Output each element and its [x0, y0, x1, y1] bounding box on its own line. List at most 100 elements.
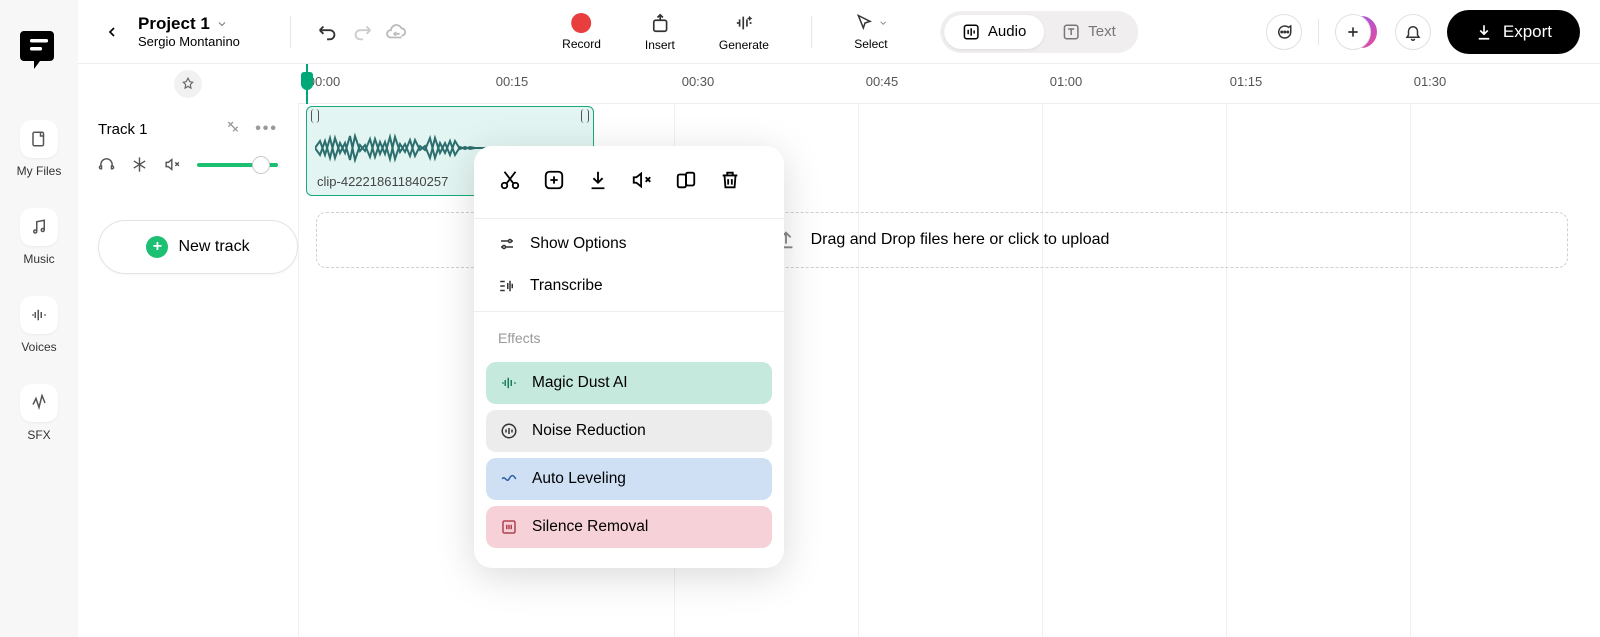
generate-icon — [733, 12, 755, 34]
voices-icon — [20, 296, 58, 334]
mute-button[interactable] — [164, 156, 181, 173]
sidebar-item-voices[interactable]: Voices — [20, 296, 58, 354]
sidebar-item-sfx[interactable]: SFX — [20, 384, 58, 442]
project-title-text: Project 1 — [138, 14, 210, 34]
sidebar-label: Voices — [21, 340, 56, 354]
tick: 01:30 — [1414, 74, 1447, 89]
pin-button[interactable] — [174, 70, 202, 98]
project-title[interactable]: Project 1 — [138, 14, 240, 34]
insert-icon — [649, 12, 671, 34]
cloud-sync-button[interactable] — [379, 15, 413, 49]
clip-trim-right[interactable] — [581, 109, 589, 123]
effect-label: Auto Leveling — [532, 470, 626, 488]
text-icon — [1062, 23, 1080, 41]
plus-icon: + — [146, 236, 168, 258]
effect-auto-leveling[interactable]: Auto Leveling — [486, 458, 772, 500]
sliders-icon — [498, 235, 516, 253]
clip-trim-left[interactable] — [311, 109, 319, 123]
headphones-button[interactable] — [98, 156, 115, 173]
cursor-icon — [854, 13, 874, 33]
divider — [1318, 19, 1319, 45]
back-button[interactable] — [98, 18, 126, 46]
sidebar-label: SFX — [27, 428, 50, 442]
sidebar-label: My Files — [17, 164, 62, 178]
project-user: Sergio Montanino — [138, 34, 240, 49]
clip-context-menu: Show Options Transcribe Effects Magic Du… — [474, 146, 784, 568]
tick: 00:45 — [866, 74, 899, 89]
divider — [290, 16, 291, 48]
cut-button[interactable] — [492, 162, 528, 198]
select-button[interactable]: Select — [832, 13, 910, 51]
volume-slider[interactable] — [197, 163, 278, 167]
dropzone-text: Drag and Drop files here or click to upl… — [811, 231, 1110, 249]
track-header: Track 1 ••• — [78, 104, 298, 200]
export-button[interactable]: Export — [1447, 10, 1580, 54]
track-name: Track 1 — [98, 121, 147, 138]
sidebar-label: Music — [23, 252, 54, 266]
record-label: Record — [562, 37, 601, 51]
track-fx-button[interactable] — [225, 120, 241, 138]
mode-audio-button[interactable]: Audio — [944, 15, 1044, 49]
effects-section-label: Effects — [474, 316, 784, 356]
effect-magic-dust[interactable]: Magic Dust AI — [486, 362, 772, 404]
new-track-label: New track — [178, 238, 249, 256]
mode-text-button[interactable]: Text — [1044, 15, 1134, 49]
transcribe-label: Transcribe — [530, 277, 603, 295]
divider — [811, 16, 812, 48]
tick: 01:15 — [1230, 74, 1263, 89]
generate-button[interactable]: Generate — [697, 12, 791, 52]
app-logo[interactable] — [19, 30, 59, 70]
sfx-icon — [20, 384, 58, 422]
undo-button[interactable] — [311, 15, 345, 49]
export-label: Export — [1503, 22, 1552, 42]
download-button[interactable] — [580, 162, 616, 198]
mute-clip-button[interactable] — [624, 162, 660, 198]
notifications-button[interactable] — [1395, 14, 1431, 50]
duplicate-button[interactable] — [668, 162, 704, 198]
music-icon — [20, 208, 58, 246]
tick: 01:00 — [1050, 74, 1083, 89]
transcribe-item[interactable]: Transcribe — [474, 265, 784, 307]
show-options-item[interactable]: Show Options — [474, 223, 784, 265]
effect-silence-removal[interactable]: Silence Removal — [486, 506, 772, 548]
noise-icon — [500, 422, 518, 440]
clip-name: clip-422218611840257 — [317, 174, 448, 189]
timeline-ruler[interactable]: 00:00 00:15 00:30 00:45 01:00 01:15 01:3… — [298, 64, 1600, 104]
audio-icon — [962, 23, 980, 41]
mode-audio-label: Audio — [988, 23, 1026, 40]
show-options-label: Show Options — [530, 235, 627, 253]
sparkle-wave-icon — [500, 374, 518, 392]
transcribe-icon — [498, 277, 516, 295]
tick: 00:15 — [496, 74, 529, 89]
select-label: Select — [854, 37, 887, 51]
separator — [474, 311, 784, 312]
add-button[interactable] — [536, 162, 572, 198]
generate-label: Generate — [719, 38, 769, 52]
snowflake-button[interactable] — [131, 156, 148, 173]
mode-toggle: Audio Text — [940, 11, 1138, 53]
effect-noise-reduction[interactable]: Noise Reduction — [486, 410, 772, 452]
insert-button[interactable]: Insert — [623, 12, 697, 52]
comments-button[interactable] — [1266, 14, 1302, 50]
redo-button[interactable] — [345, 15, 379, 49]
effect-label: Magic Dust AI — [532, 374, 628, 392]
sidebar-item-my-files[interactable]: My Files — [17, 120, 62, 178]
mode-text-label: Text — [1088, 23, 1116, 40]
effect-label: Noise Reduction — [532, 422, 646, 440]
chevron-down-icon — [216, 18, 228, 30]
separator — [474, 218, 784, 219]
delete-button[interactable] — [712, 162, 748, 198]
download-icon — [1475, 23, 1493, 41]
effect-label: Silence Removal — [532, 518, 648, 536]
chevron-down-icon — [878, 18, 888, 28]
add-collaborator-button[interactable] — [1335, 14, 1371, 50]
record-icon — [572, 13, 592, 33]
insert-label: Insert — [645, 38, 675, 52]
silence-icon — [500, 518, 518, 536]
track-more-button[interactable]: ••• — [255, 120, 278, 138]
new-track-button[interactable]: + New track — [98, 220, 298, 274]
record-button[interactable]: Record — [540, 13, 623, 51]
tick: 00:30 — [682, 74, 715, 89]
leveling-icon — [500, 470, 518, 488]
sidebar-item-music[interactable]: Music — [20, 208, 58, 266]
